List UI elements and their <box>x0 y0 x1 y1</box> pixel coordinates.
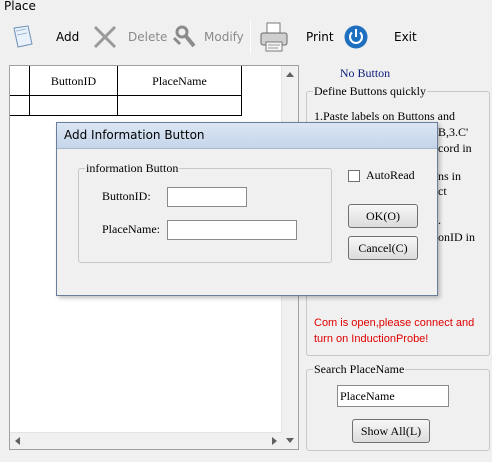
search-placename-legend: Search PlaceName <box>314 362 405 376</box>
toolbar-separator <box>250 20 251 54</box>
column-header-buttonid[interactable]: ButtonID <box>30 66 118 96</box>
instruction-line: B,3.C' <box>438 125 469 139</box>
row-selector-header <box>10 66 30 96</box>
cancel-button[interactable]: Cancel(C) <box>348 236 418 260</box>
exit-button-label: Exit <box>394 30 417 44</box>
scroll-left-icon[interactable] <box>15 437 20 445</box>
dialog-title-bar[interactable]: Add Information Button <box>57 123 437 149</box>
delete-icon <box>92 24 118 50</box>
scroll-down-icon[interactable] <box>286 438 294 443</box>
add-icon <box>10 24 36 50</box>
print-button-label: Print <box>306 30 334 44</box>
com-status-line: turn on InductionProbe! <box>314 333 429 345</box>
placename-input[interactable] <box>167 220 297 240</box>
buttonid-input[interactable] <box>167 187 247 207</box>
horizontal-scrollbar[interactable] <box>10 432 282 449</box>
instruction-line: cord in <box>438 141 472 155</box>
add-button[interactable]: Add <box>10 16 79 58</box>
modify-icon <box>172 24 198 50</box>
modify-button-label: Modify <box>204 30 244 44</box>
scroll-up-icon[interactable] <box>286 72 294 77</box>
add-information-dialog: Add Information Button information Butto… <box>56 122 438 296</box>
show-all-button[interactable]: Show All(L) <box>352 419 430 443</box>
autoread-label[interactable]: AutoRead <box>366 168 415 183</box>
instruction-line: . <box>438 213 441 227</box>
dialog-title: Add Information Button <box>64 128 205 142</box>
table-cell[interactable] <box>30 96 118 116</box>
ok-button[interactable]: OK(O) <box>348 204 418 228</box>
column-header-placename[interactable]: PlaceName <box>118 66 242 96</box>
add-button-label: Add <box>56 30 80 44</box>
information-button-group: information Button <box>78 161 332 263</box>
row-selector[interactable] <box>10 96 30 116</box>
scroll-right-icon[interactable] <box>272 437 277 445</box>
define-buttons-legend: Define Buttons quickly <box>314 84 426 98</box>
window-title-bar: Place <box>0 0 492 14</box>
grid-header-row: ButtonID PlaceName <box>10 66 242 96</box>
table-row[interactable] <box>10 96 242 116</box>
autoread-checkbox[interactable] <box>348 170 360 182</box>
status-title: No Button <box>339 66 391 80</box>
instruction-line: ns in <box>438 169 462 183</box>
delete-button[interactable]: Delete <box>92 16 167 58</box>
printer-icon <box>258 21 290 53</box>
instruction-line: onID in <box>438 230 475 244</box>
search-input[interactable]: PlaceName <box>337 385 449 407</box>
buttonid-label: ButtonID: <box>102 189 151 203</box>
modify-button[interactable]: Modify <box>172 16 244 58</box>
placename-label: PlaceName: <box>102 222 160 236</box>
instruction-line: ct <box>438 184 447 198</box>
toolbar: Add Delete Modify Print Exit <box>0 16 492 58</box>
information-button-legend: information Button <box>86 161 179 175</box>
table-cell[interactable] <box>118 96 242 116</box>
power-icon <box>344 25 368 49</box>
exit-button[interactable]: Exit <box>344 16 417 58</box>
window-title: Place <box>4 0 36 13</box>
delete-button-label: Delete <box>128 30 168 44</box>
print-button[interactable]: Print <box>258 16 334 58</box>
com-status-line: Com is open,please connect and <box>314 317 475 329</box>
